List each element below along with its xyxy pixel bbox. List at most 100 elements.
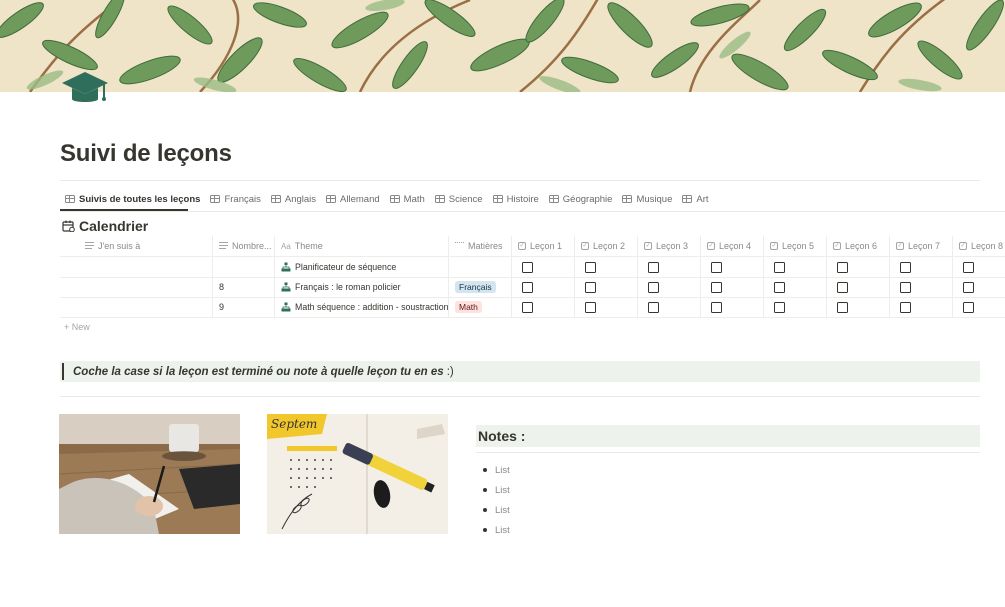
cell-lecon-4[interactable] xyxy=(701,257,764,277)
cell-lecon-3[interactable] xyxy=(638,297,701,317)
cell-lecon-1[interactable] xyxy=(512,257,575,277)
lecon-checkbox[interactable] xyxy=(963,301,974,313)
column-header-lecon-1[interactable]: ✓ Leçon 1 xyxy=(512,236,575,256)
lecon-checkbox[interactable] xyxy=(963,261,974,273)
lecon-checkbox[interactable] xyxy=(585,261,596,273)
list-item[interactable]: List xyxy=(480,500,510,520)
cell-lecon-4[interactable] xyxy=(701,277,764,297)
cell-jen-suis-a[interactable] xyxy=(60,297,213,317)
lecon-checkbox[interactable] xyxy=(711,281,722,293)
list-item[interactable]: List xyxy=(480,520,510,540)
lecon-checkbox[interactable] xyxy=(522,261,533,273)
lecon-checkbox[interactable] xyxy=(522,281,533,293)
notes-heading[interactable]: Notes : xyxy=(476,425,980,447)
tab-math[interactable]: Math xyxy=(385,188,430,210)
lecon-checkbox[interactable] xyxy=(585,301,596,313)
table-row[interactable]: 9 Math séquence : addition - soustractio… xyxy=(60,297,1005,317)
cell-lecon-8[interactable] xyxy=(953,257,1005,277)
cell-lecon-8[interactable] xyxy=(953,297,1005,317)
cell-lecon-7[interactable] xyxy=(890,257,953,277)
lecon-checkbox[interactable] xyxy=(648,301,659,313)
column-header-lecon-2[interactable]: ✓ Leçon 2 xyxy=(575,236,638,256)
cell-nombre[interactable]: 9 xyxy=(213,297,275,317)
lecon-checkbox[interactable] xyxy=(522,301,533,313)
list-item[interactable]: List xyxy=(480,460,510,480)
cell-theme[interactable]: Planificateur de séquence xyxy=(275,257,449,277)
cell-lecon-3[interactable] xyxy=(638,277,701,297)
lecon-checkbox[interactable] xyxy=(774,281,785,293)
add-new-row-button[interactable]: + New xyxy=(64,322,90,332)
column-header-lecon-6[interactable]: ✓ Leçon 6 xyxy=(827,236,890,256)
column-header-lecon-7[interactable]: ✓ Leçon 7 xyxy=(890,236,953,256)
cell-lecon-1[interactable] xyxy=(512,277,575,297)
column-header-theme[interactable]: Aa Theme xyxy=(275,236,449,256)
cell-lecon-2[interactable] xyxy=(575,277,638,297)
cell-jen-suis-a[interactable] xyxy=(60,257,213,277)
cell-lecon-8[interactable] xyxy=(953,277,1005,297)
tab-francais[interactable]: Français xyxy=(205,188,265,210)
callout-block[interactable]: Coche la case si la leçon est terminé ou… xyxy=(60,361,980,382)
tab-science[interactable]: Science xyxy=(430,188,488,210)
cell-lecon-2[interactable] xyxy=(575,257,638,277)
cell-lecon-2[interactable] xyxy=(575,297,638,317)
cell-lecon-5[interactable] xyxy=(764,297,827,317)
lecon-checkbox[interactable] xyxy=(963,281,974,293)
lecon-checkbox[interactable] xyxy=(585,281,596,293)
cell-lecon-7[interactable] xyxy=(890,297,953,317)
graduation-cap-icon[interactable] xyxy=(60,70,110,110)
cell-lecon-5[interactable] xyxy=(764,277,827,297)
cell-nombre[interactable] xyxy=(213,257,275,277)
cell-nombre[interactable]: 8 xyxy=(213,277,275,297)
lecon-checkbox[interactable] xyxy=(837,281,848,293)
cell-lecon-5[interactable] xyxy=(764,257,827,277)
photo-writing-desk[interactable] xyxy=(59,414,240,534)
cell-theme[interactable]: Français : le roman policier xyxy=(275,277,449,297)
photo-september-planner[interactable]: Septem xyxy=(267,414,448,534)
lecon-checkbox[interactable] xyxy=(900,281,911,293)
column-header-lecon-8[interactable]: ✓ Leçon 8 xyxy=(953,236,1005,256)
column-header-jen-suis-a[interactable]: J'en suis à xyxy=(60,236,213,256)
cell-matieres[interactable]: Français xyxy=(449,277,512,297)
cell-lecon-3[interactable] xyxy=(638,257,701,277)
lecon-checkbox[interactable] xyxy=(711,261,722,273)
list-item[interactable]: List xyxy=(480,480,510,500)
database-title[interactable]: Calendrier xyxy=(62,218,148,234)
cell-lecon-6[interactable] xyxy=(827,277,890,297)
lecon-checkbox[interactable] xyxy=(774,261,785,273)
cell-jen-suis-a[interactable] xyxy=(60,277,213,297)
tab-histoire[interactable]: Histoire xyxy=(488,188,544,210)
tab-art[interactable]: Art xyxy=(677,188,713,210)
tab-allemand[interactable]: Allemand xyxy=(321,188,385,210)
tab-musique[interactable]: Musique xyxy=(617,188,677,210)
table-row[interactable]: Planificateur de séquence xyxy=(60,257,1005,277)
multi-select-icon xyxy=(455,242,464,250)
cell-theme[interactable]: Math séquence : addition - soustraction xyxy=(275,297,449,317)
tab-suivis-toutes-lecons[interactable]: Suivis de toutes les leçons xyxy=(60,188,205,210)
lecon-checkbox[interactable] xyxy=(648,281,659,293)
table-row[interactable]: 8 Français : le roman policier Français xyxy=(60,277,1005,297)
cell-matieres[interactable] xyxy=(449,257,512,277)
sitemap-icon xyxy=(281,282,291,292)
cell-lecon-7[interactable] xyxy=(890,277,953,297)
cell-lecon-6[interactable] xyxy=(827,297,890,317)
cell-lecon-6[interactable] xyxy=(827,257,890,277)
lecon-checkbox[interactable] xyxy=(900,261,911,273)
column-header-lecon-5[interactable]: ✓ Leçon 5 xyxy=(764,236,827,256)
lecon-checkbox[interactable] xyxy=(837,261,848,273)
cell-lecon-4[interactable] xyxy=(701,297,764,317)
lecon-checkbox[interactable] xyxy=(711,301,722,313)
lecon-checkbox[interactable] xyxy=(774,301,785,313)
page-title[interactable]: Suivi de leçons xyxy=(60,140,232,168)
tab-geographie[interactable]: Géographie xyxy=(544,188,618,210)
cell-matieres[interactable]: Math xyxy=(449,297,512,317)
column-header-nombre[interactable]: Nombre... xyxy=(213,236,275,256)
cell-lecon-1[interactable] xyxy=(512,297,575,317)
table-icon xyxy=(270,195,281,203)
lecon-checkbox[interactable] xyxy=(837,301,848,313)
column-header-lecon-3[interactable]: ✓ Leçon 3 xyxy=(638,236,701,256)
tab-anglais[interactable]: Anglais xyxy=(266,188,321,210)
lecon-checkbox[interactable] xyxy=(900,301,911,313)
lecon-checkbox[interactable] xyxy=(648,261,659,273)
column-header-lecon-4[interactable]: ✓ Leçon 4 xyxy=(701,236,764,256)
column-header-matieres[interactable]: Matières xyxy=(449,236,512,256)
